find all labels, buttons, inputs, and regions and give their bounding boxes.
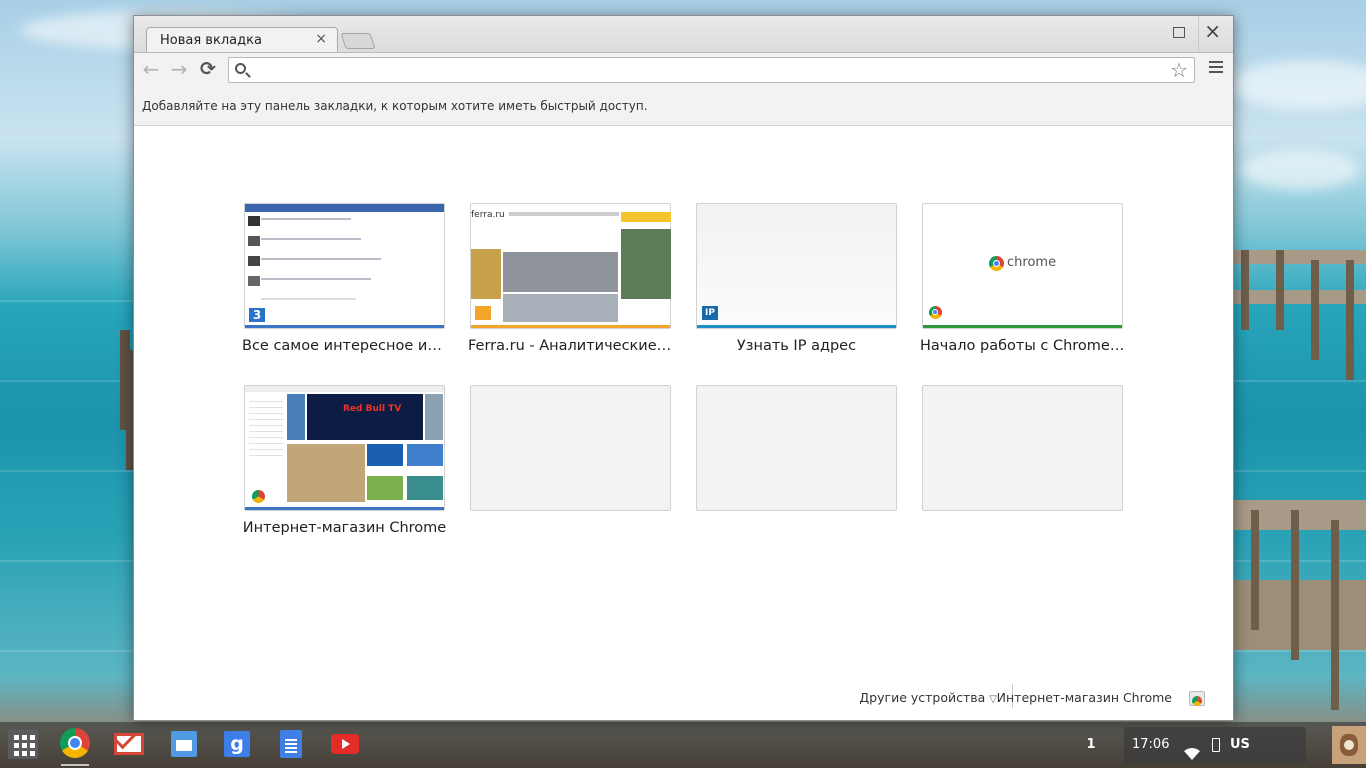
bookmarks-hint: Добавляйте на эту панель закладки, к кот…: [142, 99, 648, 113]
store-favicon: [252, 490, 265, 503]
thumb-logo: chrome: [1007, 255, 1057, 270]
new-tab-button[interactable]: [340, 33, 376, 49]
ip-favicon: IP: [702, 306, 718, 320]
title-bar: Новая вкладка × ×: [134, 16, 1233, 53]
docs-icon[interactable]: [275, 728, 307, 760]
other-devices-menu[interactable]: Другие устройства ▽: [859, 690, 997, 705]
wifi-icon: [1184, 739, 1200, 760]
tile-label[interactable]: Узнать IP адрес: [694, 338, 899, 354]
tile-label[interactable]: Ferra.ru - Аналитические о...: [468, 338, 673, 354]
chrome-favicon: [929, 306, 942, 319]
chrome-icon[interactable]: [60, 728, 92, 760]
most-visited-tile-5[interactable]: Red Bull TV: [244, 385, 445, 511]
chrome-logo-icon: [989, 256, 1004, 271]
reload-icon[interactable]: ⟳: [197, 58, 219, 80]
omnibox[interactable]: ☆: [228, 57, 1195, 83]
gmail-icon[interactable]: [114, 726, 146, 760]
tab-title: Новая вкладка: [160, 33, 262, 48]
files-icon[interactable]: [168, 728, 200, 760]
menu-icon[interactable]: [1209, 61, 1223, 75]
maximize-icon[interactable]: [1173, 27, 1185, 38]
search-icon: [235, 63, 246, 74]
most-visited-tile-empty: [696, 385, 897, 511]
tab-new-tab[interactable]: Новая вкладка ×: [146, 27, 338, 53]
site-favicon: 3: [249, 308, 265, 322]
window-close-icon[interactable]: ×: [1204, 21, 1221, 41]
close-icon[interactable]: ×: [315, 31, 327, 47]
input-method-label: US: [1230, 737, 1250, 752]
running-indicator: [61, 764, 89, 766]
most-visited-tile-4[interactable]: chrome: [922, 203, 1123, 329]
forward-arrow-icon[interactable]: →: [168, 58, 190, 80]
browser-window: Новая вкладка × × ← → ⟳ ☆ Добавляйте на …: [133, 15, 1234, 721]
ntp-footer: Другие устройства ▽ Интернет-магазин Chr…: [134, 670, 1233, 720]
youtube-icon[interactable]: [329, 728, 361, 760]
webstore-icon[interactable]: [1187, 685, 1207, 707]
thumb-logo: ferra.ru: [471, 210, 505, 220]
address-input[interactable]: [253, 61, 1153, 79]
bookmark-star-icon[interactable]: ☆: [1170, 58, 1188, 82]
thumb-text: Red Bull TV: [343, 404, 402, 414]
most-visited-tile-1[interactable]: 3: [244, 203, 445, 329]
most-visited-tile-empty: [922, 385, 1123, 511]
tile-label[interactable]: Начало работы с Chrome OS: [920, 338, 1125, 354]
most-visited-tile-empty: [470, 385, 671, 511]
tile-label[interactable]: Все самое интересное из м...: [242, 338, 447, 354]
system-status-area[interactable]: 17:06 US: [1124, 727, 1306, 763]
toolbar: ← → ⟳ ☆: [134, 52, 1233, 86]
site-favicon: [475, 306, 491, 320]
webstore-link[interactable]: Интернет-магазин Chrome: [997, 690, 1172, 705]
app-launcher-icon[interactable]: [8, 729, 38, 759]
battery-icon: [1212, 738, 1220, 752]
tile-label[interactable]: Интернет-магазин Chrome: [242, 520, 447, 536]
system-shelf: g 1 17:06 US: [0, 722, 1366, 768]
clock: 17:06: [1132, 737, 1170, 752]
window-controls-divider: [1198, 16, 1199, 52]
avatar[interactable]: [1332, 726, 1366, 764]
notifications-count[interactable]: 1: [1080, 727, 1102, 763]
status-tray[interactable]: 1 17:06 US: [1086, 722, 1366, 768]
most-visited-tile-3[interactable]: IP: [696, 203, 897, 329]
most-visited-tile-2[interactable]: ferra.ru: [470, 203, 671, 329]
google-search-icon[interactable]: g: [221, 728, 253, 760]
back-arrow-icon[interactable]: ←: [140, 58, 162, 80]
bookmarks-bar: Добавляйте на эту панель закладки, к кот…: [134, 86, 1233, 126]
other-devices-label: Другие устройства: [859, 690, 986, 705]
